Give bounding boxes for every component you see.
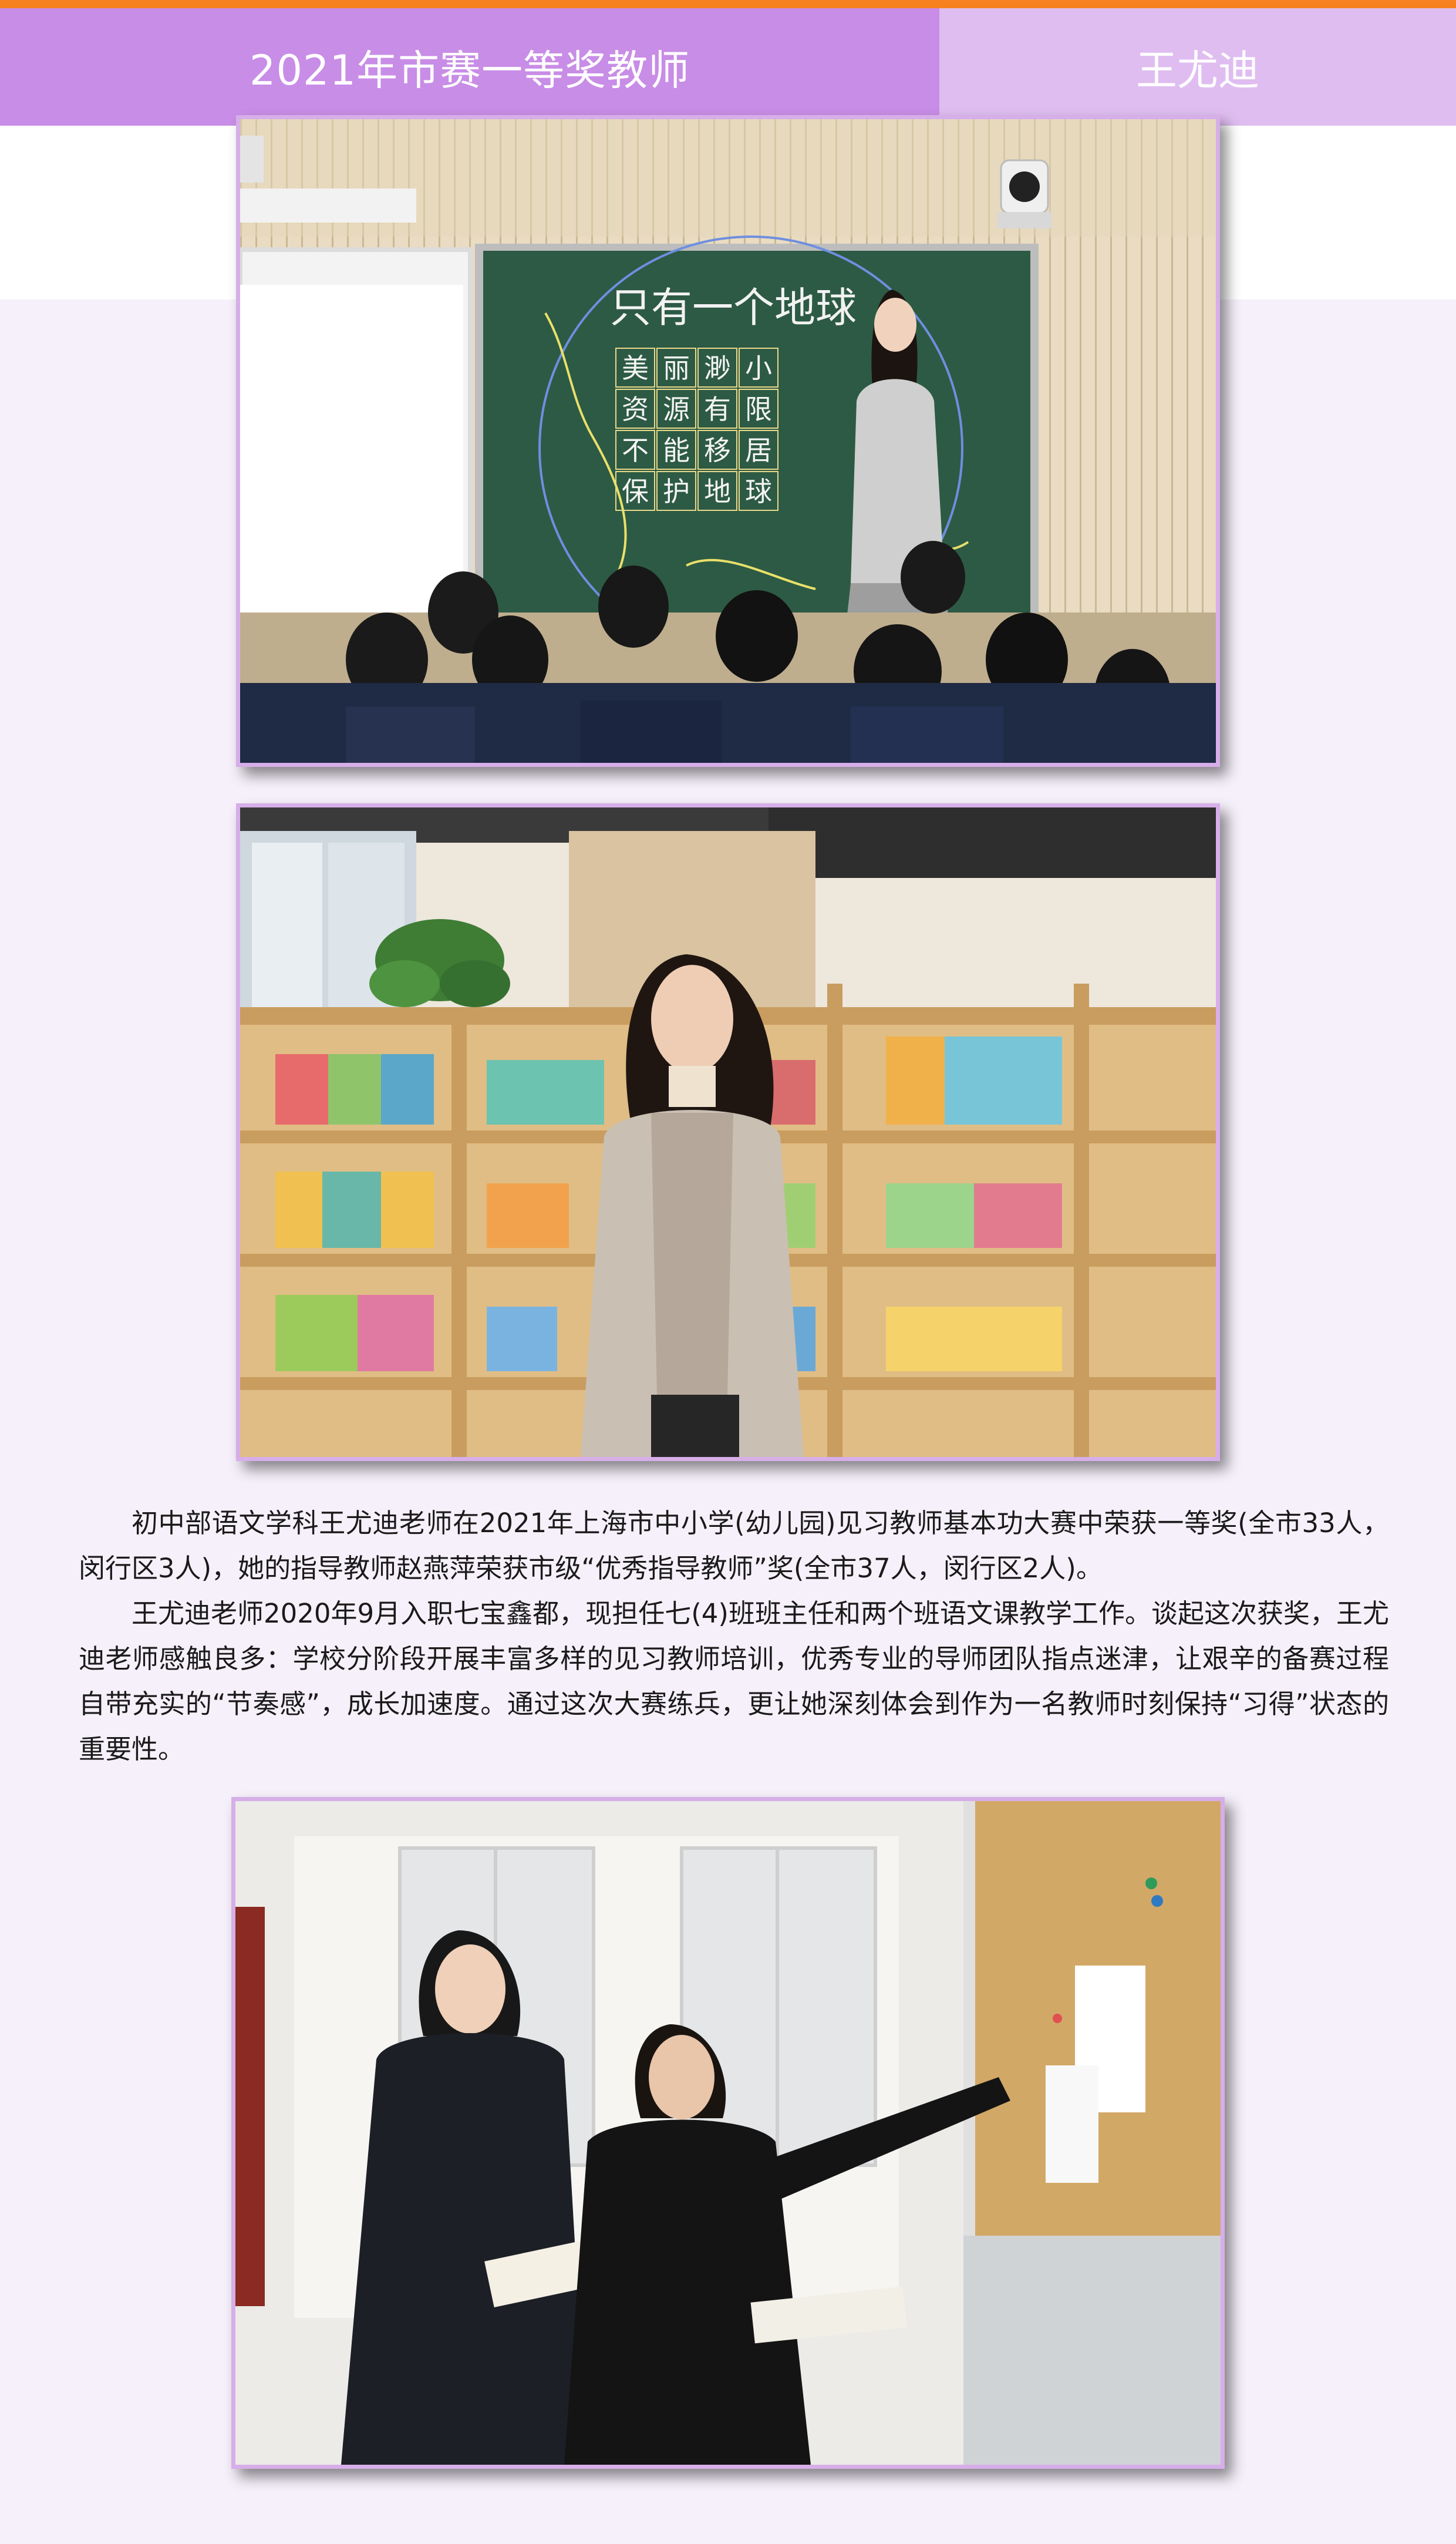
article-body: 初中部语文学科王尤迪老师在2021年上海市中小学(幼儿园)见习教师基本功大赛中荣… [79,1500,1389,1772]
chalkboard-character: 源 [663,393,690,425]
chalkboard-character: 球 [745,476,772,507]
chalkboard-character: 小 [745,352,772,384]
article-paragraph-2: 王尤迪老师2020年9月入职七宝鑫都，现担任七(4)班班主任和两个班语文课教学工… [79,1598,1389,1765]
chalkboard-character: 保 [622,476,649,507]
classroom-illustration: 只有一个地球 美丽渺小资源有限不能移居保护地球 [240,119,1216,763]
chalkboard-character: 移 [704,435,731,466]
chalkboard-character: 居 [745,435,772,466]
chalkboard-character: 地 [704,476,731,507]
chalkboard-character: 能 [663,435,690,466]
article-paragraph-1: 初中部语文学科王尤迪老师在2021年上海市中小学(幼儿园)见习教师基本功大赛中荣… [79,1507,1389,1584]
page-title: 2021年市赛一等奖教师 [0,8,939,126]
chalkboard-character: 有 [704,393,731,425]
mentoring-photo [231,1797,1225,2469]
mentoring-illustration [235,1801,1221,2465]
chalkboard-character: 丽 [663,352,690,384]
library-photo [236,803,1220,1461]
chalkboard-character: 限 [745,393,772,425]
chalkboard-character: 渺 [704,352,731,384]
teacher-name-badge: 王尤迪 [939,8,1456,126]
chalkboard-character: 护 [663,476,690,507]
chalkboard-character: 美 [622,352,649,384]
library-illustration [240,807,1216,1457]
chalkboard-character: 资 [622,393,649,425]
corkboard [963,1801,1221,2247]
classroom-photo: 只有一个地球 美丽渺小资源有限不能移居保护地球 [236,115,1220,767]
top-accent-stripe [0,0,1456,8]
chalkboard-title: 只有一个地球 [610,284,857,332]
chalkboard-character: 不 [622,435,649,466]
